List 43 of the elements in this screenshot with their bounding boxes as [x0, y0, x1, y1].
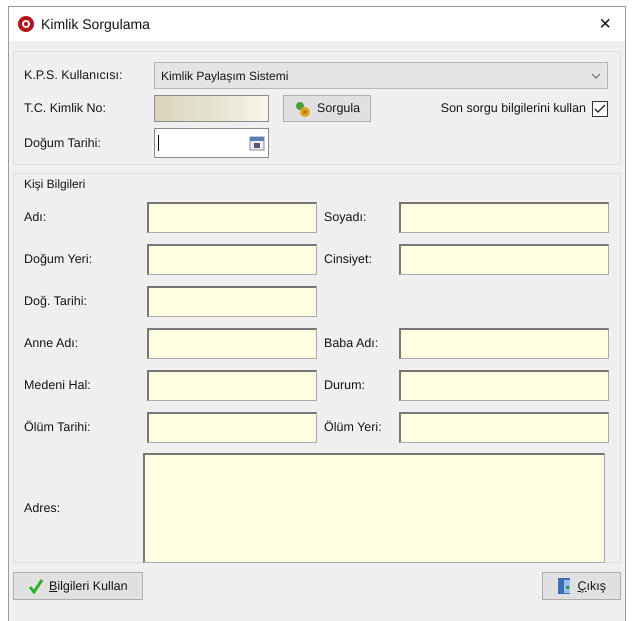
field-label: K.P.S. Kullanıcısı:	[24, 67, 124, 84]
calendar-icon	[249, 135, 265, 151]
text-field[interactable]	[147, 370, 317, 401]
close-button[interactable]: ×	[593, 14, 617, 34]
user-dropdown[interactable]: Kimlik Paylaşım Sistemi	[154, 62, 608, 89]
accept-button[interactable]: Bilgileri Kullan	[13, 572, 143, 600]
field-label: Cinsiyet:	[323, 251, 373, 268]
checkbox[interactable]	[592, 100, 608, 116]
window-title: Kimlik Sorgulama	[41, 14, 150, 34]
date-field[interactable]	[154, 128, 269, 158]
field-label: Medeni Hal:	[24, 377, 92, 394]
field-label: Durum:	[323, 377, 366, 394]
text-field[interactable]	[147, 286, 317, 317]
text-field[interactable]	[147, 202, 317, 233]
text-field[interactable]	[399, 328, 609, 359]
field-label: T.C. Kimlik No:	[24, 100, 107, 118]
text-field[interactable]	[399, 412, 609, 443]
field-label: Baba Adı:	[323, 335, 380, 352]
query-button[interactable]: Sorgula	[283, 95, 372, 122]
text-field[interactable]	[399, 244, 609, 275]
text-field[interactable]	[399, 370, 609, 401]
field-label: Doğum Yeri:	[24, 251, 94, 268]
field-label: Adres:	[24, 500, 62, 517]
address-field[interactable]	[143, 453, 605, 563]
id-number-field[interactable]	[154, 95, 269, 122]
door-icon	[556, 577, 573, 595]
text-field[interactable]	[147, 412, 317, 443]
exit-button[interactable]: Çıkış	[542, 572, 621, 600]
field-label: Soyadı:	[323, 209, 368, 226]
text-field[interactable]	[399, 202, 609, 233]
check-icon	[28, 578, 44, 594]
field-label: Adı:	[24, 209, 48, 226]
text-field[interactable]	[147, 328, 317, 359]
group-title: Kişi Bilgileri	[24, 176, 86, 193]
checkbox-label: Son sorgu bilgilerini kullan	[440, 100, 586, 118]
chevron-down-icon	[591, 72, 601, 78]
text-field[interactable]	[147, 244, 317, 275]
field-label: Ölüm Yeri:	[323, 419, 383, 436]
field-label: Doğum Tarihi:	[24, 134, 102, 152]
field-label: Anne Adı:	[24, 335, 80, 352]
app-logo-icon	[17, 15, 35, 33]
field-label: Doğ. Tarihi:	[24, 293, 88, 310]
field-label: Ölüm Tarihi:	[24, 419, 92, 436]
